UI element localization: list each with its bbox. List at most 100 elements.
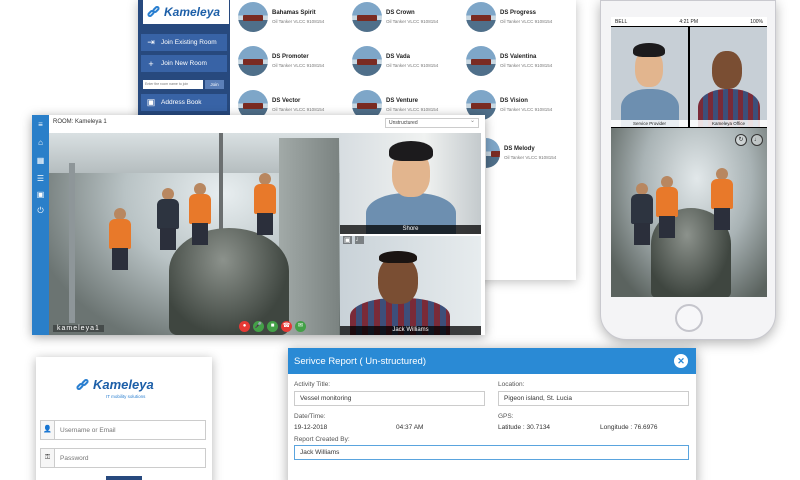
phone-status-bar: BELL 4:21 PM 100%	[611, 17, 767, 26]
close-icon[interactable]: ✕	[674, 354, 688, 368]
participant-name: Jack Williams	[340, 326, 481, 335]
mic-icon[interactable]: ♩	[354, 236, 364, 244]
login-card: Kameleya IT mobility solutions 👤 ⚿	[36, 357, 212, 480]
participant-tile-shore[interactable]: Shore	[340, 133, 481, 234]
vessel-card[interactable]: DS Promoter Oil Tanker VLCC 9108154	[238, 46, 324, 76]
password-field[interactable]: ⚿	[40, 448, 206, 468]
clock-label: 4:21 PM	[679, 18, 699, 25]
username-field[interactable]: 👤	[40, 420, 206, 440]
hair	[633, 43, 665, 57]
plus-icon: +	[148, 58, 154, 69]
main-video-feed: kameleya1 ● 🎤 ■ ☎ ✉	[49, 133, 340, 335]
mic-icon[interactable]: ♩	[751, 134, 763, 146]
vessel-card[interactable]: DS Melody Oil Tanker VLCC 9108154	[486, 138, 556, 168]
password-input[interactable]	[55, 454, 205, 462]
power-icon[interactable]: ⏻	[35, 205, 46, 216]
vessel-card[interactable]: Bahamas Spirit Oil Tanker VLCC 9108154	[238, 2, 324, 32]
video-room-window: ≡ ⌂ ▦ ☰ ▣ ⏻ ROOM: Kameleya 1 Unstructure…	[32, 115, 485, 335]
phone-screen: BELL 4:21 PM 100% Service Provider Kamel…	[611, 17, 767, 297]
vessel-name: DS Valentina	[500, 54, 537, 60]
key-icon: ⚿	[41, 449, 55, 467]
list-icon[interactable]: ☰	[35, 173, 46, 184]
face	[712, 51, 742, 89]
vessel-card[interactable]: DS Valentina Oil Tanker VLCC 9108154	[466, 46, 552, 76]
vessel-type: Oil Tanker VLCC 9108154	[386, 107, 439, 112]
join-existing-room-label: Join Existing Room	[161, 39, 217, 46]
worker	[631, 183, 653, 245]
record-button[interactable]: ●	[239, 321, 250, 332]
report-mode-select[interactable]: Unstructured	[385, 117, 479, 128]
face	[378, 256, 418, 304]
datetime-label: Date/Time:	[294, 413, 326, 420]
phone-tile-kameleya-office[interactable]: Kameleya Office	[690, 27, 767, 127]
vessel-name: Bahamas Spirit	[272, 10, 316, 16]
phone-tile-label: Service Provider	[611, 120, 688, 127]
join-room-button[interactable]: Join	[205, 80, 224, 89]
vessel-name: DS Progress	[500, 10, 537, 16]
vessel-photo	[352, 2, 382, 32]
vessel-name: DS Promoter	[272, 54, 309, 60]
vessel-card[interactable]: DS Crown Oil Tanker VLCC 9108154	[352, 2, 438, 32]
vessel-type: Oil Tanker VLCC 9108154	[272, 63, 325, 68]
vessel-name: DS Melody	[504, 146, 535, 152]
battery-label: 100%	[750, 18, 763, 25]
chat-button[interactable]: ✉	[295, 321, 306, 332]
vessel-type: Oil Tanker VLCC 9108154	[500, 63, 553, 68]
hair	[389, 141, 433, 161]
worker	[189, 183, 211, 245]
participant-name: Shore	[340, 225, 481, 234]
vessel-photo	[466, 2, 496, 32]
room-side-rail: ≡ ⌂ ▦ ☰ ▣ ⏻	[32, 115, 49, 335]
pipe	[69, 163, 75, 323]
menu-icon[interactable]: ≡	[35, 119, 46, 130]
vessel-type: Oil Tanker VLCC 9108154	[504, 155, 557, 160]
join-existing-room-button[interactable]: ⇥ Join Existing Room	[141, 34, 227, 51]
address-book-icon: ▣	[146, 97, 156, 107]
calendar-icon[interactable]: ▦	[35, 155, 46, 166]
report-header: Serivce Report ( Un-structured)	[288, 348, 696, 374]
camera-icon[interactable]: ▣	[343, 236, 352, 244]
chain-logo-icon	[75, 377, 90, 392]
composite-stage: Kameleya ⇥ Join Existing Room + Join New…	[0, 0, 800, 480]
hangup-button[interactable]: ☎	[281, 321, 292, 332]
carrier-label: BELL	[615, 18, 628, 25]
vessel-name: DS Vision	[500, 98, 528, 104]
vessel-name: DS Venture	[386, 98, 419, 104]
login-logo: Kameleya	[75, 377, 154, 392]
login-button[interactable]	[106, 476, 142, 480]
date-value: 19-12-2018	[294, 424, 328, 431]
vessel-photo	[238, 46, 268, 76]
vessel-type: Oil Tanker VLCC 9108154	[500, 19, 553, 24]
mic-button[interactable]: 🎤	[253, 321, 264, 332]
phone-tile-service-provider[interactable]: Service Provider	[611, 27, 688, 127]
location-input[interactable]: Pigeon island, St. Lucia	[498, 391, 689, 406]
login-tagline: IT mobility solutions	[106, 394, 146, 399]
camera-button[interactable]: ■	[267, 321, 278, 332]
activity-title-label: Activity Title:	[294, 381, 331, 388]
join-new-room-label: Join New Room	[161, 60, 207, 67]
vessel-card[interactable]: DS Progress Oil Tanker VLCC 9108154	[466, 2, 552, 32]
vessel-card[interactable]: DS Vada Oil Tanker VLCC 9108154	[352, 46, 438, 76]
created-by-input[interactable]: Jack Williams	[294, 445, 689, 460]
vessel-name: DS Crown	[386, 10, 415, 16]
worker	[711, 168, 733, 230]
vessel-name: DS Vada	[386, 54, 411, 60]
camera-switch-icon[interactable]: ↻	[735, 134, 747, 146]
gps-label: GPS:	[498, 413, 514, 420]
vessel-photo	[352, 46, 382, 76]
username-input[interactable]	[55, 426, 205, 434]
user-icon: 👤	[41, 421, 55, 439]
home-button[interactable]	[675, 304, 703, 332]
participant-tile-jack-williams[interactable]: Jack Williams	[340, 236, 481, 335]
activity-title-input[interactable]: Vessel monitoring	[294, 391, 485, 406]
address-book-label: Address Book	[161, 99, 202, 106]
join-new-room-button[interactable]: + Join New Room	[141, 55, 227, 72]
engine-machine	[169, 228, 289, 335]
mobile-phone: BELL 4:21 PM 100% Service Provider Kamel…	[600, 0, 776, 340]
home-icon[interactable]: ⌂	[35, 137, 46, 148]
vessel-type: Oil Tanker VLCC 9108154	[386, 63, 439, 68]
address-book-button[interactable]: ▣ Address Book	[141, 94, 227, 111]
chain-logo-icon	[146, 4, 161, 19]
contact-card-icon[interactable]: ▣	[35, 189, 46, 200]
room-name-input[interactable]	[143, 80, 203, 89]
